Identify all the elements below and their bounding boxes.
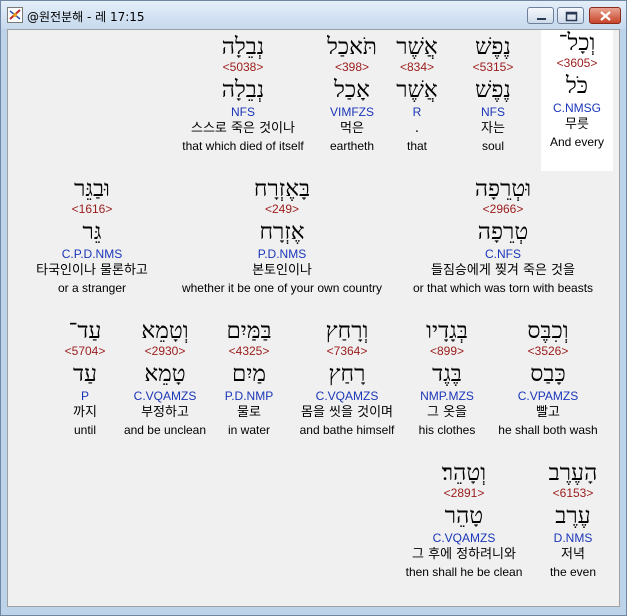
english-gloss: the even [549, 565, 597, 579]
word-cell[interactable]: וְטָמֵא <2930> טָמֵא C.VQAMZS 부정하고 and b… [116, 318, 214, 438]
morphology-code: C.NFS [485, 247, 521, 261]
word-cell[interactable]: בָּאֶזְרָח <249> אֶזְרָח P.D.NMS 본토인이나 w… [168, 176, 396, 296]
hebrew-word: וּטְרֵפָה [474, 176, 532, 202]
hebrew-word: נְבֵלָה [221, 34, 265, 60]
strong-number[interactable]: <2930> [116, 344, 214, 359]
korean-gloss: 빨고 [536, 405, 560, 420]
english-gloss: in water [227, 423, 271, 437]
morphology-code: C.P.D.NMS [61, 247, 123, 261]
english-gloss: whether it be one of your own country [181, 281, 383, 295]
morphology-code: C.VQAMZS [315, 389, 379, 403]
maximize-icon [565, 11, 578, 22]
word-cell[interactable]: וּטְרֵפָה <2966> טְרֵפָה C.NFS 들짐승에게 찢겨 … [398, 176, 608, 296]
hebrew-lemma: רָחַץ [328, 361, 366, 387]
morphology-code: C.VQAMZS [432, 531, 496, 545]
hebrew-word: וְטָהֵר׃ [441, 460, 487, 486]
window-title: @원전분해 - 레 17:15 [27, 10, 145, 24]
hebrew-word: הָעֶרֶב [548, 460, 598, 486]
word-cell[interactable]: עַד־ <5704> עַד P 까지 until [52, 318, 118, 438]
korean-gloss: 부정하고 [141, 405, 189, 420]
hebrew-lemma: מַיִם [231, 361, 267, 387]
morphology-code: C.VPAMZS [517, 389, 579, 403]
morphology-code: D.NMS [553, 531, 593, 545]
hebrew-lemma: טָהֵר [444, 503, 484, 529]
hebrew-word: וְטָמֵא [141, 318, 189, 344]
english-gloss: he shall both wash [498, 423, 598, 437]
word-cell[interactable]: נְבֵלָה <5038> נְבֵלָה NFS 스스로 죽은 것이나 th… [168, 34, 318, 154]
hebrew-lemma: גֵּר [82, 219, 102, 245]
english-gloss: and bathe himself [299, 423, 395, 437]
strong-number[interactable]: <2891> [394, 486, 534, 501]
korean-gloss: 물로 [237, 405, 261, 420]
hebrew-word: וְכִבֶּס [527, 318, 569, 344]
minimize-button[interactable] [527, 7, 554, 24]
strong-number[interactable]: <7364> [282, 344, 412, 359]
app-logo-icon [7, 7, 23, 23]
english-gloss: or a stranger [57, 281, 127, 295]
word-cell[interactable]: וּבַגֵּר <1616> גֵּר C.P.D.NMS 타국인이나 물론하… [18, 176, 166, 296]
strong-number[interactable]: <3526> [488, 344, 608, 359]
strong-number[interactable]: <4325> [213, 344, 285, 359]
korean-gloss: 본토인이나 [252, 263, 312, 278]
word-cell[interactable]: בַּמַּיִם <4325> מַיִם P.D.NMP 물로 in wat… [213, 318, 285, 438]
morphology-code: P.D.NMP [224, 389, 274, 403]
korean-gloss: 저녁 [561, 547, 585, 562]
word-cell[interactable]: וְכִבֶּס <3526> כָּבַס C.VPAMZS 빨고 he sh… [488, 318, 608, 438]
strong-number[interactable]: <1616> [18, 202, 166, 217]
title-bar[interactable]: @원전분해 - 레 17:15 [1, 1, 626, 29]
strong-number[interactable]: <5038> [168, 60, 318, 75]
maximize-button[interactable] [557, 7, 584, 24]
korean-gloss: 스스로 죽은 것이나 [191, 121, 295, 136]
korean-gloss: 그 후에 정하려니와 [412, 547, 516, 562]
english-gloss: and be unclean [123, 423, 207, 437]
minimize-icon [537, 18, 546, 20]
hebrew-lemma: עַד [72, 361, 98, 387]
word-cell[interactable]: הָעֶרֶב <6153> עֶרֶב D.NMS 저녁 the even [533, 460, 613, 580]
korean-gloss: 까지 [73, 405, 97, 420]
word-cell[interactable]: וְרָחַץ <7364> רָחַץ C.VQAMZS 몸을 씻을 것이며 … [282, 318, 412, 438]
korean-gloss: 들짐승에게 찢겨 죽은 것을 [431, 263, 575, 278]
morphology-code: NFS [231, 105, 255, 119]
hebrew-lemma: כָּבַס [530, 361, 566, 387]
strong-number[interactable]: <5704> [52, 344, 118, 359]
hebrew-lemma: טְרֵפָה [477, 219, 529, 245]
hebrew-word: וְרָחַץ [325, 318, 369, 344]
hebrew-word: עַד־ [68, 318, 102, 344]
english-gloss: until [73, 423, 96, 437]
morphology-code: C.VQAMZS [133, 389, 197, 403]
close-icon [600, 11, 611, 21]
english-gloss: that which died of itself [182, 139, 304, 153]
word-cell[interactable]: וְטָהֵר׃ <2891> טָהֵר C.VQAMZS 그 후에 정하려니… [394, 460, 534, 580]
english-gloss: then shall he be clean [405, 565, 523, 579]
strong-number[interactable]: <249> [168, 202, 396, 217]
morphology-code: P.D.NMS [257, 247, 307, 261]
korean-gloss: 몸을 씻을 것이며 [301, 405, 393, 420]
strong-number[interactable]: <6153> [533, 486, 613, 501]
morphology-code: P [80, 389, 89, 403]
hebrew-word: בָּאֶזְרָח [253, 176, 311, 202]
interlinear-view: וְכָל־ <3605> כֹּל C.NMSG 무릇 And every נ… [7, 29, 620, 607]
hebrew-word: וּבַגֵּר [74, 176, 110, 202]
hebrew-lemma: עֶרֶב [555, 503, 591, 529]
hebrew-lemma: טָמֵא [144, 361, 186, 387]
hebrew-lemma: אֶזְרָח [259, 219, 305, 245]
app-window: @원전분해 - 레 17:15 וְכָל־ <3605> כֹּל C.NMS… [0, 0, 627, 616]
hebrew-word: בַּמַּיִם [226, 318, 272, 344]
strong-number[interactable]: <2966> [398, 202, 608, 217]
korean-gloss: 타국인이나 물론하고 [36, 263, 148, 278]
hebrew-lemma: נְבֵלָה [221, 77, 265, 103]
english-gloss: or that which was torn with beasts [412, 281, 594, 295]
close-button[interactable] [589, 7, 621, 24]
